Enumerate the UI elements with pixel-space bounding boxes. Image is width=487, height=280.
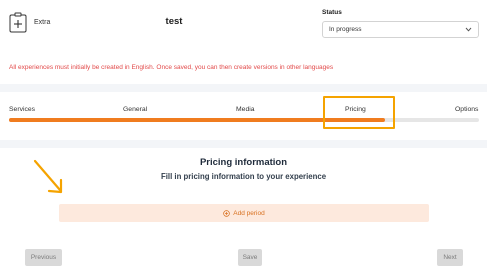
- header: Extra test Status In progress All experi…: [0, 0, 487, 84]
- save-button[interactable]: Save: [238, 249, 262, 266]
- status-value: In progress: [329, 26, 362, 33]
- arrow-annotation-icon: [33, 159, 63, 194]
- separator: [0, 140, 487, 148]
- previous-button[interactable]: Previous: [25, 249, 62, 266]
- add-period-label: Add period: [233, 209, 265, 217]
- step-navigation: Services General Media Pricing Options: [0, 92, 487, 140]
- step-options[interactable]: Options: [455, 106, 478, 113]
- plus-circle-icon: [223, 209, 231, 217]
- status-label: Status: [322, 9, 342, 16]
- pricing-highlight-box: [323, 96, 395, 129]
- status-select[interactable]: In progress: [322, 21, 479, 38]
- badge-label: Extra: [34, 19, 51, 26]
- page-title: test: [165, 16, 183, 27]
- next-button[interactable]: Next: [437, 249, 463, 266]
- chevron-down-icon: [465, 27, 472, 32]
- separator: [0, 84, 487, 92]
- language-warning: All experiences must initially be create…: [9, 64, 334, 71]
- pricing-section: Pricing information Fill in pricing info…: [0, 148, 487, 280]
- add-period-button[interactable]: Add period: [59, 204, 429, 222]
- section-title: Pricing information: [199, 157, 288, 168]
- step-services[interactable]: Services: [9, 106, 35, 113]
- step-media[interactable]: Media: [236, 106, 255, 113]
- step-general[interactable]: General: [123, 106, 147, 113]
- section-subtitle: Fill in pricing information to your expe…: [160, 172, 327, 181]
- plus-badge-icon: [9, 12, 27, 33]
